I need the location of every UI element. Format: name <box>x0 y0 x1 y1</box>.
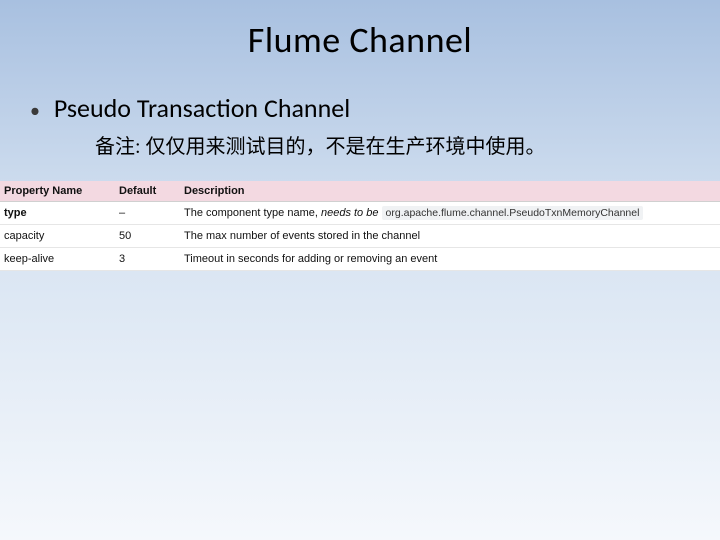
cell-name: keep-alive <box>0 248 115 271</box>
cell-name: type <box>0 202 115 225</box>
table-row: type – The component type name, needs to… <box>0 202 720 225</box>
cell-description: The component type name, needs to be org… <box>180 202 720 225</box>
desc-prefix: The component type name, <box>184 207 321 219</box>
header-default: Default <box>115 181 180 202</box>
cell-default: – <box>115 202 180 225</box>
subtitle-text: Pseudo Transaction Channel <box>54 92 350 124</box>
table-row: keep-alive 3 Timeout in seconds for addi… <box>0 248 720 271</box>
bullet-row: • Pseudo Transaction Channel <box>30 92 720 124</box>
bullet-icon: • <box>30 99 40 123</box>
header-description: Description <box>180 181 720 202</box>
properties-table-wrap: Property Name Default Description type –… <box>0 181 720 271</box>
cell-default: 50 <box>115 225 180 248</box>
type-code: org.apache.flume.channel.PseudoTxnMemory… <box>382 206 644 220</box>
cell-description: The max number of events stored in the c… <box>180 225 720 248</box>
slide: Flume Channel • Pseudo Transaction Chann… <box>0 0 720 540</box>
table-row: capacity 50 The max number of events sto… <box>0 225 720 248</box>
note-text: 备注: 仅仅用来测试目的，不是在生产环境中使用。 <box>95 130 720 159</box>
desc-italic: needs to be <box>321 207 379 219</box>
properties-table: Property Name Default Description type –… <box>0 181 720 271</box>
slide-title: Flume Channel <box>0 0 720 62</box>
table-header-row: Property Name Default Description <box>0 181 720 202</box>
cell-name: capacity <box>0 225 115 248</box>
cell-description: Timeout in seconds for adding or removin… <box>180 248 720 271</box>
header-property-name: Property Name <box>0 181 115 202</box>
cell-default: 3 <box>115 248 180 271</box>
